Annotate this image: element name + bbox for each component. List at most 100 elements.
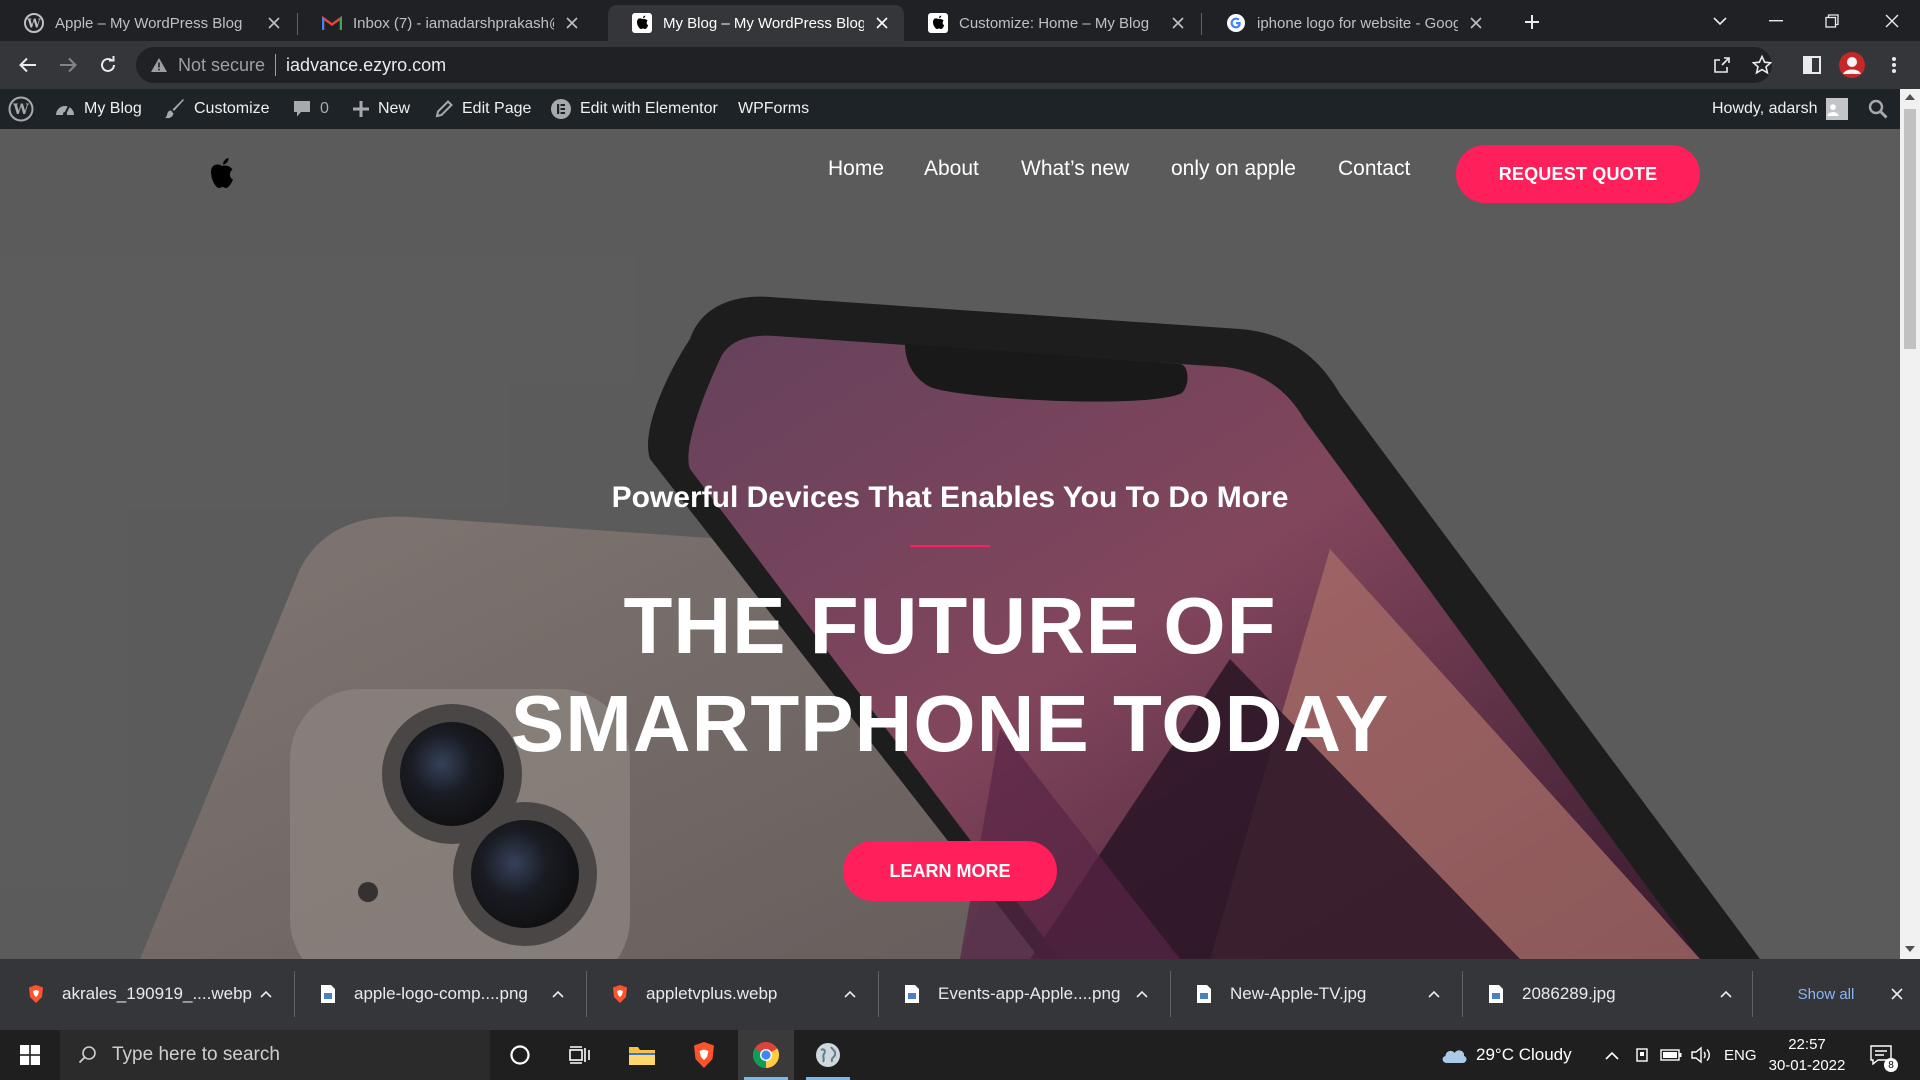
task-view-button[interactable] — [552, 1030, 608, 1080]
customize-link[interactable]: Customize — [164, 89, 270, 129]
url-text: iadvance.ezyro.com — [286, 54, 447, 75]
new-content-menu[interactable]: New — [352, 89, 410, 129]
download-item[interactable]: apple-logo-comp....png — [292, 971, 582, 1017]
reload-button[interactable] — [92, 49, 124, 81]
tab-my-blog[interactable]: My Blog – My WordPress Blog — [608, 5, 904, 41]
close-download-shelf-button[interactable] — [1884, 981, 1910, 1007]
volume-button[interactable] — [1686, 1030, 1716, 1080]
scrollbar-thumb[interactable] — [1904, 109, 1916, 349]
share-button[interactable] — [1706, 49, 1738, 81]
browser-menu-button[interactable] — [1878, 49, 1910, 81]
download-item[interactable]: appletvplus.webp — [584, 971, 874, 1017]
globe-app-button[interactable] — [800, 1030, 856, 1080]
tab-search-button[interactable] — [1692, 0, 1748, 41]
chevron-up-icon[interactable] — [1716, 984, 1736, 1004]
nav-only-on-apple[interactable]: only on apple — [1171, 157, 1296, 181]
side-panel-button[interactable] — [1796, 49, 1828, 81]
download-item[interactable]: akrales_190919_....webp — [0, 971, 290, 1017]
cloud-icon — [1442, 1050, 1467, 1063]
comments-count: 0 — [320, 100, 329, 117]
wpforms-menu[interactable]: WPForms — [738, 89, 809, 129]
cortana-button[interactable] — [492, 1030, 548, 1080]
start-button[interactable] — [2, 1030, 58, 1080]
customize-label: Customize — [194, 100, 270, 117]
wpforms-label: WPForms — [738, 100, 810, 117]
device-tray-button[interactable] — [1628, 1030, 1656, 1080]
gmail-icon — [322, 13, 342, 33]
globe-icon — [816, 1043, 840, 1067]
bookmark-button[interactable] — [1746, 49, 1778, 81]
battery-button[interactable] — [1656, 1030, 1686, 1080]
cortana-icon — [510, 1045, 530, 1065]
close-icon[interactable] — [872, 13, 892, 33]
learn-more-button[interactable]: LEARN MORE — [843, 841, 1057, 901]
apple-icon — [632, 13, 652, 33]
nav-home[interactable]: Home — [828, 157, 884, 181]
close-window-button[interactable] — [1864, 0, 1920, 41]
chevron-up-icon[interactable] — [840, 984, 860, 1004]
show-all-downloads-button[interactable]: Show all — [1768, 977, 1884, 1011]
restore-button[interactable] — [1804, 0, 1860, 41]
taskbar-search-box[interactable]: Type here to search — [60, 1030, 490, 1080]
tab-gmail-inbox[interactable]: Inbox (7) - iamadarshprakash@g — [298, 5, 594, 41]
chevron-up-icon[interactable] — [1132, 984, 1152, 1004]
action-center-button[interactable] — [1856, 1030, 1906, 1080]
brave-file-icon — [610, 984, 630, 1004]
security-label: Not secure — [178, 54, 266, 75]
nav-about[interactable]: About — [924, 157, 979, 181]
edit-elementor-link[interactable]: Edit with Elementor — [550, 89, 718, 129]
request-quote-button[interactable]: REQUEST QUOTE — [1456, 145, 1700, 203]
wp-logo-menu[interactable]: W — [8, 89, 42, 129]
side-panel-icon — [1803, 56, 1821, 74]
close-icon[interactable] — [1168, 13, 1188, 33]
chrome-browser-button[interactable] — [738, 1030, 794, 1080]
edit-elementor-label: Edit with Elementor — [580, 100, 718, 117]
comments-link[interactable]: 0 — [292, 89, 329, 129]
star-icon — [1752, 55, 1772, 75]
download-item[interactable]: Events-app-Apple....png — [876, 971, 1166, 1017]
tab-customize-home[interactable]: Customize: Home – My Blog — [904, 5, 1200, 41]
page-scrollbar[interactable] — [1900, 89, 1920, 959]
hero-title-line-1: THE FUTURE OF — [623, 581, 1277, 670]
site-name-menu[interactable]: My Blog — [54, 89, 142, 129]
back-button[interactable] — [12, 49, 44, 81]
chevron-up-icon[interactable] — [548, 984, 568, 1004]
close-icon[interactable] — [562, 13, 582, 33]
language-indicator[interactable]: ENG — [1724, 1030, 1757, 1080]
brave-browser-button[interactable] — [676, 1030, 732, 1080]
minimize-button[interactable] — [1748, 0, 1804, 41]
download-filename: akrales_190919_....webp — [62, 984, 252, 1003]
download-filename: appletvplus.webp — [646, 984, 778, 1003]
weather-widget[interactable]: 29°C Cloudy — [1440, 1030, 1572, 1080]
download-item[interactable]: New-Apple-TV.jpg — [1168, 971, 1458, 1017]
site-logo-apple-icon[interactable] — [208, 156, 236, 190]
more-vertical-icon — [1892, 57, 1896, 73]
device-icon — [1636, 1048, 1648, 1062]
new-tab-button[interactable] — [1518, 8, 1546, 36]
forward-button[interactable] — [52, 49, 84, 81]
nav-whats-new[interactable]: What’s new — [1021, 157, 1129, 181]
tab-apple-wordpress[interactable]: W Apple – My WordPress Blog — [0, 5, 296, 41]
close-icon[interactable] — [264, 13, 284, 33]
scroll-up-icon — [1905, 94, 1915, 100]
tab-google-search[interactable]: iphone logo for website - Google — [1202, 5, 1498, 41]
show-hidden-icons-button[interactable] — [1598, 1030, 1626, 1080]
account-menu[interactable]: Howdy, adarsh — [1712, 89, 1848, 129]
chevron-up-icon[interactable] — [1424, 984, 1444, 1004]
arrow-right-icon — [60, 57, 77, 73]
download-filename: 2086289.jpg — [1522, 984, 1616, 1003]
clock-date: 30-01-2022 — [1768, 1057, 1846, 1074]
download-item[interactable]: 2086289.jpg — [1460, 971, 1750, 1017]
file-explorer-button[interactable] — [614, 1030, 670, 1080]
chevron-up-icon[interactable] — [256, 984, 276, 1004]
close-icon[interactable] — [1466, 13, 1486, 33]
avatar — [1825, 98, 1848, 120]
plus-icon — [1525, 15, 1539, 29]
nav-contact[interactable]: Contact — [1338, 157, 1410, 181]
profile-avatar[interactable] — [1836, 49, 1868, 81]
clock[interactable]: 22:57 30-01-2022 — [1764, 1034, 1850, 1076]
address-bar[interactable]: Not secure iadvance.ezyro.com — [136, 47, 1772, 83]
admin-search-button[interactable] — [1868, 89, 1896, 129]
brave-icon — [694, 1042, 714, 1068]
edit-page-link[interactable]: Edit Page — [434, 89, 531, 129]
